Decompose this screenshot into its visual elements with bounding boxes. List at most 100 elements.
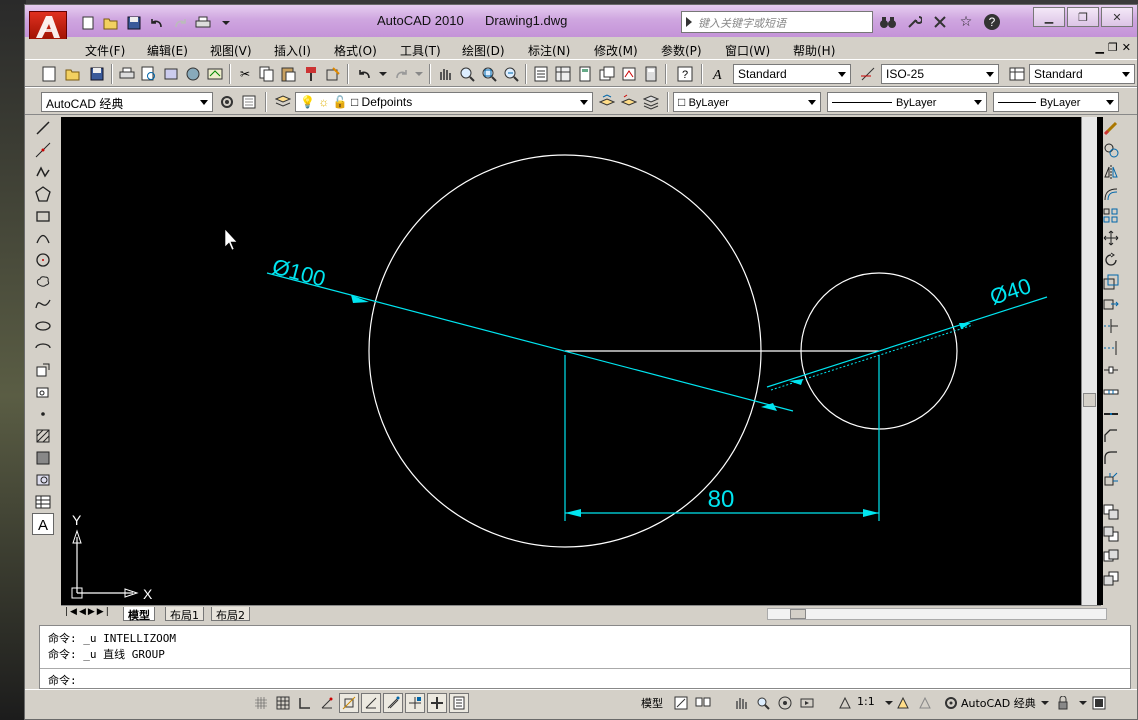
menu-window[interactable]: 窗口(W) bbox=[725, 42, 770, 59]
erase-icon[interactable] bbox=[1100, 117, 1122, 139]
dimension-style-icon[interactable] bbox=[859, 64, 879, 84]
open-file-icon[interactable] bbox=[100, 13, 122, 33]
menu-tools[interactable]: 工具(T) bbox=[400, 42, 441, 59]
quick-view-drawings-icon[interactable] bbox=[693, 693, 713, 713]
object-snap-tracking-icon[interactable] bbox=[361, 693, 381, 713]
diameter-dimension-line[interactable] bbox=[266, 272, 794, 412]
quick-properties-icon[interactable] bbox=[449, 693, 469, 713]
auto-scale-icon[interactable] bbox=[915, 693, 935, 713]
block-editor-icon[interactable] bbox=[323, 64, 343, 84]
break-icon[interactable] bbox=[1100, 381, 1122, 403]
region-icon[interactable] bbox=[32, 469, 54, 491]
diameter-dimension-large-text[interactable]: Ø100 bbox=[270, 254, 328, 292]
menu-draw[interactable]: 绘图(D) bbox=[462, 42, 505, 59]
snap-mode-icon[interactable] bbox=[251, 693, 271, 713]
plot-preview-icon[interactable] bbox=[139, 64, 159, 84]
doc-restore-icon[interactable]: ❐ bbox=[1108, 41, 1118, 54]
text-style-icon[interactable]: A bbox=[709, 64, 729, 84]
chevron-down-icon[interactable] bbox=[373, 64, 393, 84]
annotation-scale-value[interactable]: 1:1 bbox=[857, 695, 875, 708]
ortho-mode-icon[interactable] bbox=[295, 693, 315, 713]
move-icon[interactable] bbox=[1100, 227, 1122, 249]
array-icon[interactable] bbox=[1100, 205, 1122, 227]
menu-help[interactable]: 帮助(H) bbox=[793, 42, 835, 59]
tab-navigation-icon[interactable]: |◀◀▶▶| bbox=[65, 607, 111, 617]
join-icon[interactable] bbox=[1100, 403, 1122, 425]
restore-icon[interactable]: ❐ bbox=[1067, 7, 1099, 27]
polygon-icon[interactable] bbox=[32, 183, 54, 205]
workspace-settings-icon[interactable] bbox=[217, 92, 237, 112]
save-icon[interactable] bbox=[123, 13, 145, 33]
model-space-label[interactable]: 模型 bbox=[641, 695, 663, 711]
circle-icon[interactable] bbox=[32, 249, 54, 271]
lineweight-select[interactable]: ByLayer bbox=[993, 92, 1119, 112]
showmotion-icon[interactable] bbox=[797, 693, 817, 713]
table-icon[interactable] bbox=[32, 491, 54, 513]
grid-display-icon[interactable] bbox=[273, 693, 293, 713]
help-icon[interactable]: ? bbox=[981, 11, 1003, 33]
bring-above-icon[interactable] bbox=[1100, 545, 1122, 567]
fillet-icon[interactable] bbox=[1100, 447, 1122, 469]
polyline-icon[interactable] bbox=[32, 161, 54, 183]
bring-to-front-icon[interactable] bbox=[1100, 501, 1122, 523]
pan-icon[interactable] bbox=[435, 64, 455, 84]
help-search-input[interactable]: 键入关键字或短语 bbox=[681, 11, 873, 33]
undo-icon[interactable] bbox=[355, 64, 375, 84]
binoculars-icon[interactable] bbox=[877, 11, 899, 33]
minimize-icon[interactable]: ▁ bbox=[1033, 7, 1065, 27]
table-style-select[interactable]: Standard bbox=[1029, 64, 1135, 84]
dynamic-input-icon[interactable] bbox=[405, 693, 425, 713]
make-current-layer-icon[interactable] bbox=[597, 92, 617, 112]
send-to-back-icon[interactable] bbox=[1100, 523, 1122, 545]
lineweight-toggle-icon[interactable] bbox=[427, 693, 447, 713]
annotation-scale-icon[interactable] bbox=[835, 693, 855, 713]
diameter-dimension-small-text[interactable]: Ø40 bbox=[987, 273, 1034, 310]
vertical-scroll-thumb[interactable] bbox=[1083, 393, 1096, 407]
insert-block-icon[interactable] bbox=[32, 359, 54, 381]
tab-layout2[interactable]: 布局2 bbox=[211, 607, 250, 622]
revision-cloud-icon[interactable] bbox=[32, 271, 54, 293]
make-block-icon[interactable] bbox=[32, 381, 54, 403]
layer-properties-icon[interactable] bbox=[273, 92, 293, 112]
command-window[interactable]: 命令: _u INTELLIZOOM 命令: _u 直线 GROUP 命令: bbox=[39, 625, 1131, 689]
zoom-icon[interactable] bbox=[753, 693, 773, 713]
copy-object-icon[interactable] bbox=[1100, 139, 1122, 161]
copy-icon[interactable] bbox=[257, 64, 277, 84]
workspace-switching-icon[interactable] bbox=[941, 693, 961, 713]
menu-parametric[interactable]: 参数(P) bbox=[661, 42, 702, 59]
mirror-icon[interactable] bbox=[1100, 161, 1122, 183]
layer-previous-icon[interactable] bbox=[619, 92, 639, 112]
new-file-icon[interactable] bbox=[77, 13, 99, 33]
multiline-text-icon[interactable]: A bbox=[32, 513, 54, 535]
dynamic-ucs-icon[interactable] bbox=[383, 693, 403, 713]
cut-icon[interactable]: ✂ bbox=[235, 64, 255, 84]
star-icon[interactable]: ☆ bbox=[955, 11, 977, 33]
zoom-realtime-icon[interactable] bbox=[457, 64, 477, 84]
object-snap-icon[interactable] bbox=[339, 693, 359, 713]
3d-dwf-icon[interactable] bbox=[183, 64, 203, 84]
layer-states-icon[interactable] bbox=[641, 92, 661, 112]
rotate-icon[interactable] bbox=[1100, 249, 1122, 271]
sheet-set-icon[interactable] bbox=[597, 64, 617, 84]
drawing-canvas[interactable]: Ø100 Ø40 80 Y X bbox=[61, 117, 1103, 605]
point-icon[interactable] bbox=[32, 403, 54, 425]
menu-dimension[interactable]: 标注(N) bbox=[528, 42, 570, 59]
save-icon[interactable] bbox=[87, 64, 107, 84]
polar-tracking-icon[interactable] bbox=[317, 693, 337, 713]
chevron-down-icon[interactable] bbox=[409, 64, 429, 84]
properties-icon[interactable] bbox=[531, 64, 551, 84]
arc-icon[interactable] bbox=[32, 227, 54, 249]
menu-insert[interactable]: 插入(I) bbox=[274, 42, 311, 59]
layer-select[interactable]: 💡 ☼ 🔓 □ Defpoints bbox=[295, 92, 593, 112]
construction-line-icon[interactable] bbox=[32, 139, 54, 161]
publish-icon[interactable] bbox=[161, 64, 181, 84]
annotation-visibility-icon[interactable] bbox=[893, 693, 913, 713]
ellipse-arc-icon[interactable] bbox=[32, 337, 54, 359]
open-icon[interactable] bbox=[63, 64, 83, 84]
rectangle-icon[interactable] bbox=[32, 205, 54, 227]
color-select[interactable]: □ ByLayer bbox=[673, 92, 821, 112]
plot-icon[interactable] bbox=[192, 13, 214, 33]
customize-icon[interactable] bbox=[239, 92, 259, 112]
gradient-icon[interactable] bbox=[32, 447, 54, 469]
etransmit-icon[interactable] bbox=[205, 64, 225, 84]
